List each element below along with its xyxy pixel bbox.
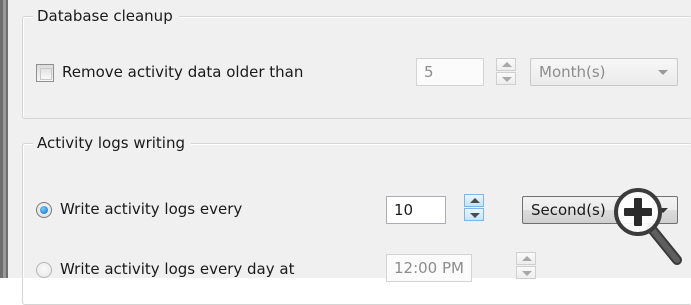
chevron-down-icon [658, 70, 668, 75]
left-window-edge [0, 0, 8, 278]
write-daily-radio[interactable] [36, 262, 52, 278]
time-increase-button[interactable] [516, 252, 536, 265]
remove-activity-data-label: Remove activity data older than [62, 63, 304, 81]
interval-decrease-button[interactable] [464, 208, 484, 221]
age-value-input[interactable]: 5 [416, 58, 484, 86]
activity-logs-group: Activity logs writing [22, 133, 691, 305]
age-unit-value: Month(s) [539, 63, 606, 81]
interval-value-input[interactable]: 10 [386, 196, 446, 224]
daily-time-spinner[interactable] [516, 252, 538, 280]
activity-logs-title: Activity logs writing [33, 133, 191, 153]
age-unit-select[interactable]: Month(s) [530, 58, 678, 86]
age-increase-button[interactable] [496, 58, 516, 71]
remove-activity-data-checkbox[interactable] [36, 64, 54, 82]
age-decrease-button[interactable] [496, 72, 516, 85]
time-decrease-button[interactable] [516, 266, 536, 279]
age-value-spinner[interactable] [496, 58, 518, 86]
interval-unit-value: Second(s) [531, 201, 606, 219]
interval-increase-button[interactable] [464, 194, 484, 207]
write-every-radio[interactable] [36, 202, 52, 218]
database-cleanup-title: Database cleanup [33, 6, 179, 26]
write-every-label: Write activity logs every [60, 200, 243, 218]
interval-spinner[interactable] [464, 194, 486, 222]
zoom-in-magnifier-icon[interactable] [611, 182, 685, 266]
radio-selected-dot [40, 206, 48, 214]
write-daily-label: Write activity logs every day at [60, 260, 295, 278]
